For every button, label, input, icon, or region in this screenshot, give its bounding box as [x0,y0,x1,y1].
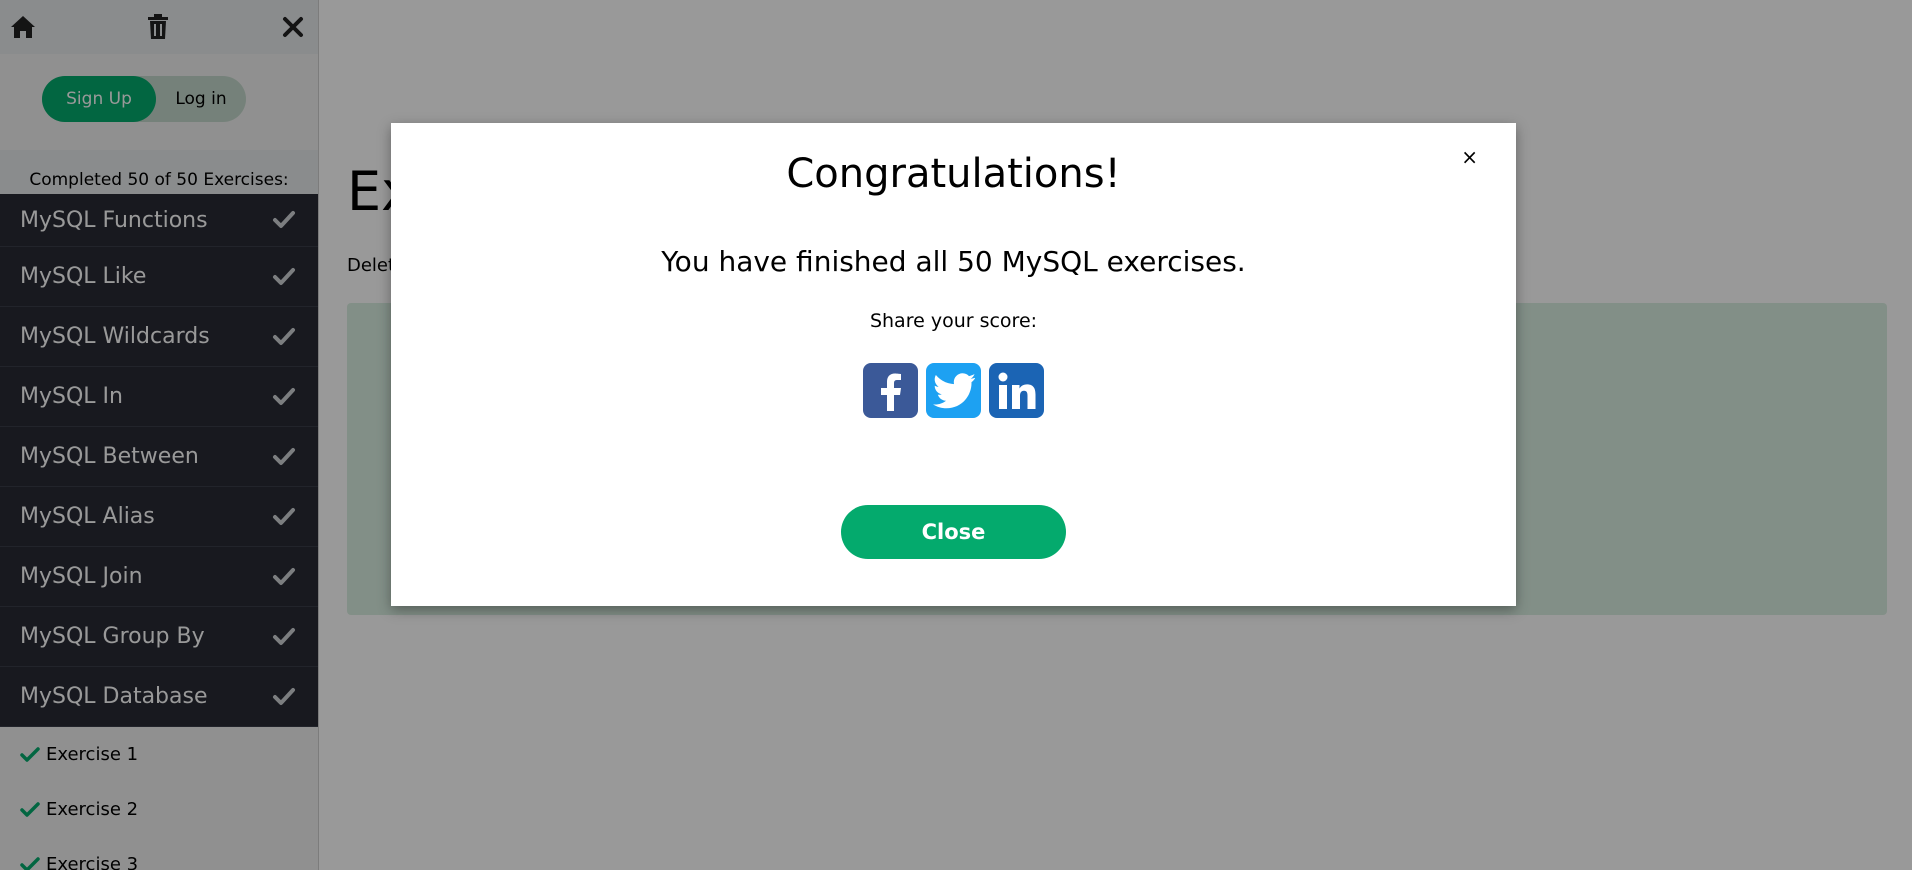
share-buttons [391,363,1516,418]
share-label: Share your score: [869,310,1038,332]
close-button[interactable]: Close [841,505,1066,559]
modal-title: Congratulations! [786,151,1121,197]
facebook-icon[interactable] [863,363,918,418]
congratulations-modal: × Congratulations! You have finished all… [391,123,1516,606]
twitter-icon[interactable] [926,363,981,418]
modal-message: You have finished all 50 MySQL exercises… [661,245,1246,278]
linkedin-icon[interactable] [989,363,1044,418]
